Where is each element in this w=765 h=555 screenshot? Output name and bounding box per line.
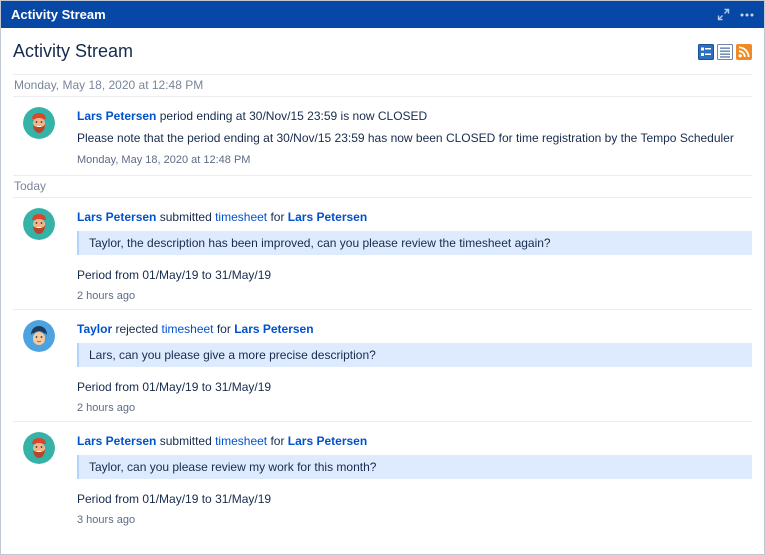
- timesheet-link[interactable]: timesheet: [215, 434, 267, 448]
- actor-link[interactable]: Lars Petersen: [77, 434, 156, 448]
- actor-link[interactable]: Lars Petersen: [77, 210, 156, 224]
- timestamp: Monday, May 18, 2020 at 12:48 PM: [77, 154, 251, 166]
- actor-link[interactable]: Taylor: [77, 322, 112, 336]
- lars-avatar[interactable]: [23, 432, 55, 464]
- timesheet-link[interactable]: timesheet: [161, 322, 213, 336]
- maximize-icon[interactable]: [716, 8, 730, 22]
- prep-text: for: [267, 434, 288, 448]
- gadget-titlebar: Activity Stream: [1, 1, 764, 28]
- activity-entry: Lars Petersen submitted timesheet for La…: [13, 198, 752, 310]
- timesheet-link[interactable]: timesheet: [215, 210, 267, 224]
- lars-avatar[interactable]: [23, 208, 55, 240]
- verb-text: submitted: [156, 434, 216, 448]
- comment-quote: Taylor, the description has been improve…: [77, 231, 752, 255]
- timestamp: 2 hours ago: [77, 290, 136, 302]
- window-title: Activity Stream: [11, 7, 106, 22]
- list-view-icon[interactable]: [717, 44, 733, 60]
- timestamp: 3 hours ago: [77, 514, 136, 526]
- lars-avatar[interactable]: [23, 107, 55, 139]
- comment-quote: Lars, can you please give a more precise…: [77, 343, 752, 367]
- entry-description: Please note that the period ending at 30…: [77, 131, 734, 145]
- activity-stream-gadget: Activity Stream Activity Stream Monday, …: [0, 0, 765, 555]
- timestamp: 2 hours ago: [77, 402, 136, 414]
- target-user-link[interactable]: Lars Petersen: [234, 322, 313, 336]
- verb-text: rejected: [112, 322, 162, 336]
- period-text: Period from 01/May/19 to 31/May/19: [77, 492, 272, 506]
- taylor-avatar[interactable]: [23, 320, 55, 352]
- target-user-link[interactable]: Lars Petersen: [288, 434, 367, 448]
- comment-quote: Taylor, can you please review my work fo…: [77, 455, 752, 479]
- gadget-title: Activity Stream: [13, 40, 134, 61]
- target-user-link[interactable]: Lars Petersen: [288, 210, 367, 224]
- verb-text: submitted: [156, 210, 216, 224]
- more-options-icon[interactable]: [740, 8, 754, 22]
- full-view-icon[interactable]: [698, 44, 714, 60]
- actor-link[interactable]: Lars Petersen: [77, 109, 156, 123]
- rss-feed-icon[interactable]: [736, 44, 752, 60]
- date-separator: Monday, May 18, 2020 at 12:48 PM: [13, 74, 752, 97]
- date-separator: Today: [13, 176, 752, 198]
- activity-entry: Lars Petersen submitted timesheet for La…: [13, 422, 752, 533]
- headline-text: period ending at 30/Nov/15 23:59 is now …: [156, 109, 428, 123]
- activity-entry: Lars Petersen period ending at 30/Nov/15…: [13, 97, 752, 176]
- activity-entry: Taylor rejected timesheet for Lars Peter…: [13, 310, 752, 422]
- period-text: Period from 01/May/19 to 31/May/19: [77, 380, 272, 394]
- period-text: Period from 01/May/19 to 31/May/19: [77, 268, 272, 282]
- prep-text: for: [267, 210, 288, 224]
- prep-text: for: [213, 322, 235, 336]
